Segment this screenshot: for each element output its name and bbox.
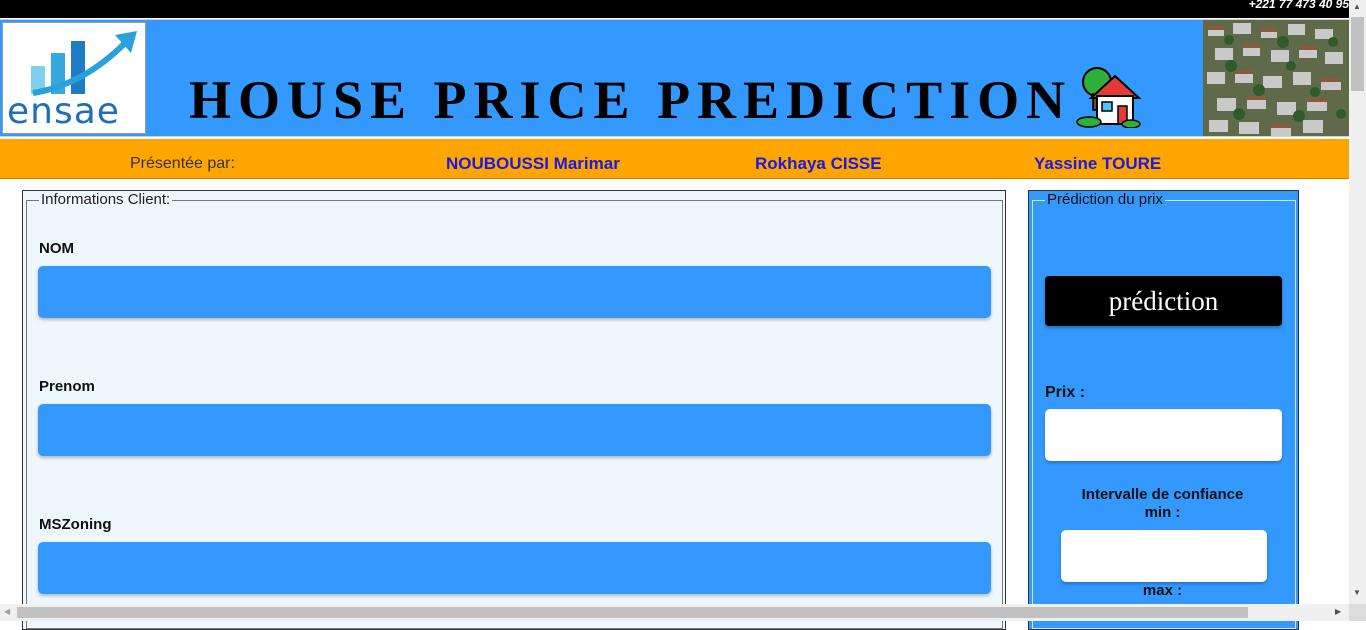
- ensae-logo: ensae: [2, 22, 146, 134]
- logo-text: ensae: [7, 91, 120, 132]
- prix-output[interactable]: [1045, 409, 1282, 461]
- page-title: HOUSE PRICE PREDICTION: [189, 70, 1073, 130]
- scroll-up-arrow-icon[interactable]: ▲: [1353, 2, 1361, 11]
- city-aerial-image: [1203, 20, 1349, 136]
- confidence-interval-label: Intervalle de confiance min :: [1029, 486, 1296, 522]
- presenters-label: Présentée par:: [130, 155, 235, 172]
- vertical-scrollbar[interactable]: ▲ ▼: [1349, 0, 1366, 604]
- prediction-button[interactable]: prédiction: [1045, 276, 1282, 326]
- horizontal-scrollbar[interactable]: ◀ ▶: [0, 604, 1349, 621]
- min-label: min :: [1144, 504, 1181, 521]
- prediction-legend: Prédiction du prix: [1045, 191, 1165, 208]
- scroll-left-arrow-icon[interactable]: ◀: [4, 607, 10, 616]
- prenom-input[interactable]: [38, 404, 991, 456]
- presenter-name: NOUBOUSSI Marimar: [446, 154, 620, 173]
- prenom-label: Prenom: [39, 378, 95, 395]
- client-info-legend: Informations Client:: [39, 191, 173, 208]
- scroll-right-arrow-icon[interactable]: ▶: [1335, 607, 1341, 616]
- nom-input[interactable]: [38, 266, 991, 318]
- min-output[interactable]: [1061, 530, 1267, 582]
- confidence-interval-title: Intervalle de confiance: [1081, 486, 1244, 503]
- phone-number: +221 77 473 40 95: [1248, 0, 1349, 11]
- presenter-name: Yassine TOURE: [1034, 154, 1162, 173]
- house-icon: [1076, 67, 1141, 128]
- client-info-fieldset: Informations Client: NOM Prenom MSZoning: [22, 190, 1006, 630]
- horizontal-scroll-thumb[interactable]: [17, 607, 1248, 618]
- header-banner: ensae HOUSE PRICE PREDICTION: [0, 19, 1349, 137]
- mszoning-label: MSZoning: [39, 516, 112, 533]
- city-image-graphic: [1203, 20, 1349, 136]
- vertical-scroll-thumb[interactable]: [1351, 17, 1364, 91]
- presenter-name: Rokhaya CISSE: [755, 154, 882, 173]
- mszoning-input[interactable]: [38, 542, 991, 594]
- top-bar: +221 77 473 40 95: [0, 0, 1349, 18]
- scroll-down-arrow-icon[interactable]: ▼: [1353, 588, 1361, 597]
- prediction-fieldset: Prédiction du prix prédiction Prix : Int…: [1028, 190, 1299, 630]
- presenters-bar: Présentée par: NOUBOUSSI Marimar Rokhaya…: [0, 139, 1349, 179]
- max-label: max :: [1142, 582, 1183, 599]
- nom-label: NOM: [39, 240, 74, 257]
- scrollbar-corner: [1349, 604, 1366, 621]
- prix-label: Prix :: [1045, 384, 1086, 401]
